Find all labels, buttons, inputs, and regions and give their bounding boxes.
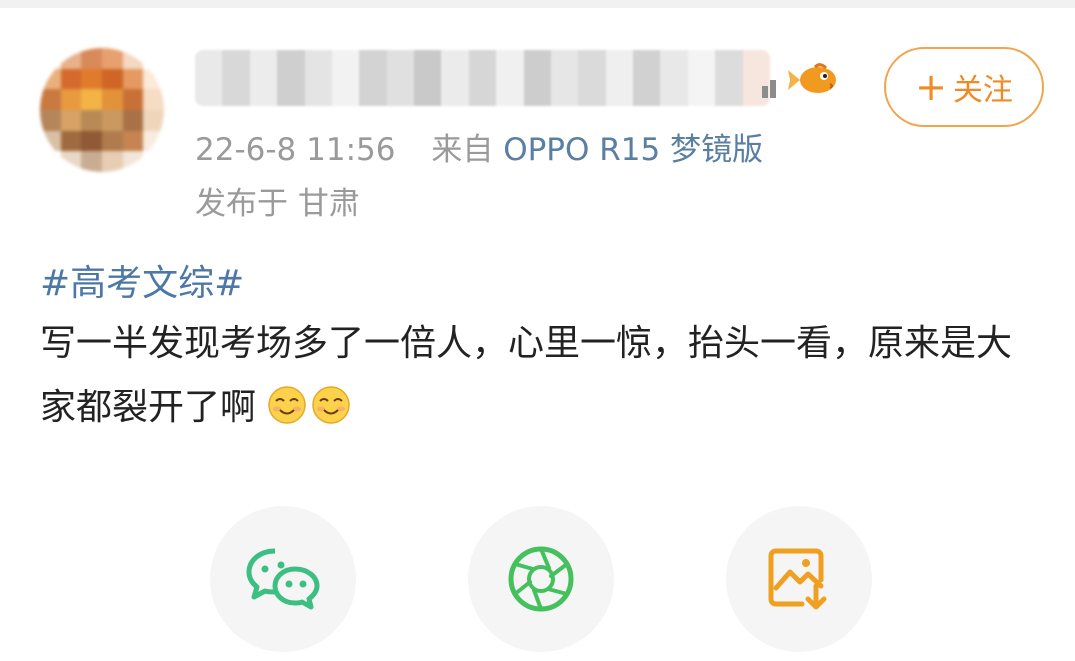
top-divider <box>0 0 1075 8</box>
post-meta: 22-6-8 11:56 来自 OPPO R15 梦镜版 <box>195 124 763 169</box>
username-blurred[interactable] <box>195 50 770 106</box>
save-image-button[interactable] <box>726 506 872 652</box>
save-image-icon <box>768 548 827 610</box>
follow-label: 关注 <box>952 73 1013 108</box>
source-prefix: 来自 <box>431 132 494 168</box>
share-moments-button[interactable] <box>468 506 614 652</box>
smile-emoji-icon <box>312 386 351 424</box>
moments-icon <box>508 546 574 612</box>
post-location: 发布于 甘肃 <box>195 186 360 222</box>
follow-button[interactable]: + 关注 <box>884 47 1044 127</box>
plus-icon: + <box>915 65 947 109</box>
vip-fish-badge-icon <box>762 63 836 98</box>
share-wechat-button[interactable] <box>210 506 356 652</box>
post-body: 写一半发现考场多了一倍人，心里一惊，抬头一看，原来是大家都裂开了啊 <box>40 312 1040 440</box>
wechat-icon <box>246 548 320 610</box>
device-link[interactable]: OPPO R15 梦镜版 <box>503 132 763 168</box>
avatar[interactable] <box>40 48 164 172</box>
post-time: 22-6-8 11:56 <box>195 132 396 168</box>
post-text: 写一半发现考场多了一倍人，心里一惊，抬头一看，原来是大家都裂开了啊 <box>40 323 1013 428</box>
smile-emoji-icon <box>268 386 307 424</box>
hashtag-link[interactable]: #高考文综# <box>40 254 244 306</box>
